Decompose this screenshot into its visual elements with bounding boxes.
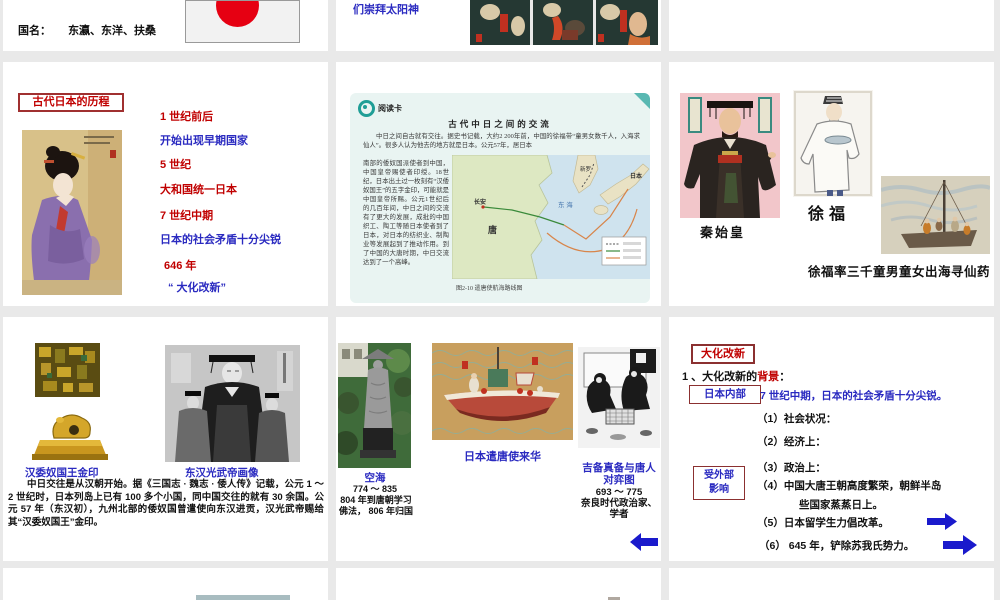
nav-arrow-right-icon-2[interactable] (943, 535, 977, 555)
japan-flag-icon (185, 0, 300, 43)
external-factor-box: 受外部 影响 (693, 466, 745, 500)
seal-face-image (35, 343, 100, 397)
reform-heading-highlight: 背景 (757, 371, 780, 383)
kibi-role-line2: 学者 (609, 509, 629, 520)
reform-title-box: 大化改新 (691, 344, 755, 364)
xufu-caption: 徐福率三千童男童女出海寻仙药 (808, 265, 991, 279)
reading-card-panel: 阅读卡 古代中日之间的交流 中日之间自古就有交往。据史书记载，大约2 200年前… (350, 93, 650, 303)
card-corner-accent (634, 93, 650, 109)
slide-thumbnail-partial-bottom-3[interactable] (669, 568, 994, 600)
timeline-item-1: 1 世纪前后 (160, 111, 214, 123)
reading-card-tag: 阅读卡 (378, 104, 402, 113)
reform-item-5: （5）日本留学生力倡改革。 (757, 517, 889, 529)
timeline-item-2: 开始出现早期国家 (160, 135, 248, 147)
gold-seal-image (30, 402, 110, 462)
external-factor-line2: 影响 (709, 484, 729, 495)
slide-thumbnail-blank-top[interactable] (669, 0, 994, 51)
qin-shihuang-portrait-image (680, 93, 780, 218)
reform-heading-suffix: ： (779, 371, 791, 383)
reading-card-title: 古代中日之间的交流 (448, 119, 552, 129)
tang-envoy-route-map: 长安 唐 东 海 新罗 日本 (452, 155, 650, 279)
reform-item-4b: 些国家蒸蒸日上。 (799, 499, 883, 511)
reform-blue-line: 7 世纪中期，日本的社会矛盾十分尖锐。 (760, 390, 948, 402)
sun-worship-caption: 们崇拜太阳神 (353, 4, 419, 16)
slide-thumbnail-japan-history[interactable]: 古代日本的历程 1 世纪前后 开始出现早期国家 5 世纪 大和国统一日本 7 世… (3, 62, 328, 306)
country-name-value: 东瀛、东洋、扶桑 (68, 25, 157, 37)
envoy-ship-label: 日本遣唐使来华 (464, 451, 541, 463)
emperor-guangwu-portrait-image (165, 345, 300, 462)
map-label-riben: 日本 (630, 172, 643, 180)
map-label-tang: 唐 (488, 224, 497, 235)
internal-factor-box: 日本内部 (689, 385, 761, 404)
slide-thumbnail-country-name[interactable]: 国名： 东瀛、东洋、扶桑 (3, 0, 328, 51)
reform-item-2: （2）经济上： (757, 436, 826, 448)
qin-shihuang-label: 秦始皇 (700, 225, 746, 240)
slide-thumbnail-gold-seal[interactable]: 汉委奴国王金印 东汉光武帝画像 中日交往是从汉朝开始。据《三国志 · 魏志 · … (3, 317, 328, 561)
card-paragraph-left: 南部的倭奴国派使者到中国，中国皇帝赐使者印绶。18世纪，日本出土过一枚刻有“汉倭… (363, 160, 449, 266)
reform-item-3: （3）政治上： (757, 462, 826, 474)
slide-thumbnail-taika-reform[interactable]: 大化改新 1 、大化改新的背景： 日本内部 7 世纪中期，日本的社会矛盾十分尖锐… (669, 317, 994, 561)
map-label-donghai: 东 海 (558, 200, 573, 209)
slide-thumbnail-reading-card[interactable]: 阅读卡 古代中日之间的交流 中日之间自古就有交往。据史书记载，大约2 200年前… (336, 62, 661, 306)
envoy-ship-painting-image (432, 343, 573, 440)
kukai-statue-image (338, 343, 411, 468)
geisha-painting-image (22, 130, 122, 295)
slide-thumbnail-xufu-legend[interactable]: 秦始皇 徐福 徐福率三千童男童女出海寻仙药 (669, 62, 994, 306)
slide-thumbnail-partial-bottom-1[interactable] (3, 568, 328, 600)
reform-item-6: （6） 645 年，铲除苏我氏势力。 (759, 540, 915, 552)
slide-thumbnail-sun-worship[interactable]: 们崇拜太阳神 (336, 0, 661, 51)
timeline-item-3: 5 世纪 (160, 159, 192, 171)
flag-sun-circle (216, 1, 259, 27)
card-paragraph-top: 中日之间自古就有交往。据史书记载，大约2 200年前，中国的徐福带“童男女数千人… (363, 133, 640, 149)
partial-image-strip (196, 595, 290, 600)
ukiyoe-triptych-image (470, 0, 658, 45)
nav-arrow-right-icon-1[interactable] (927, 513, 957, 530)
xufu-label: 徐福 (808, 206, 851, 223)
map-caption: 图2-10 遣唐使航海路线图 (456, 286, 523, 292)
emperor-guangwu-label: 东汉光武帝画像 (185, 467, 259, 479)
xufu-voyage-image (881, 176, 990, 254)
slide-thumbnail-tang-envoys[interactable]: 空海 774 ～ 835 804 年到唐朝学习 佛法， 806 年归国 日本遣唐… (336, 317, 661, 561)
han-exchange-paragraph: 中日交往是从汉朝开始。据《三国志 · 魏志 · 倭人传》记载，公元 1 ～ 2 … (8, 479, 324, 528)
timeline-item-7: 646 年 (164, 260, 197, 272)
reform-heading-prefix: 1 、大化改新的 (682, 371, 758, 383)
map-label-changan: 长安 (474, 198, 486, 206)
map-label-xinluo: 新罗 (580, 165, 591, 173)
reform-item-4: （4）中国大唐王朝高度繁荣，朝鲜半岛 (757, 480, 942, 492)
kukai-line3: 佛法， 806 年归国 (338, 506, 414, 516)
external-factor-line1: 受外部 (704, 470, 734, 481)
country-name-label: 国名： (18, 25, 51, 37)
timeline-item-4: 大和国统一日本 (160, 184, 237, 196)
timeline-item-6: 日本的社会矛盾十分尖锐 (160, 234, 281, 246)
gold-seal-label: 汉委奴国王金印 (25, 467, 99, 479)
reading-card-icon (358, 100, 375, 117)
slide-thumbnail-partial-bottom-2[interactable] (336, 568, 661, 600)
reform-heading: 1 、大化改新的背景： (682, 368, 790, 384)
slide-sorter-grid: 国名： 东瀛、东洋、扶桑 们崇拜太阳神 古代日本的历程 1 世纪前后 开始出现早… (0, 0, 1000, 600)
timeline-item-8: “ 大化改新” (168, 282, 227, 294)
reform-item-1: （1）社会状况： (757, 413, 837, 425)
timeline-item-5: 7 世纪中期 (160, 210, 214, 222)
nav-arrow-left-icon[interactable] (630, 533, 658, 551)
xufu-portrait-image (793, 90, 873, 197)
go-game-illustration-image (578, 347, 660, 448)
history-title-box: 古代日本的历程 (18, 93, 124, 112)
reading-card-icon-dot (363, 105, 367, 109)
country-name-line: 国名： 东瀛、东洋、扶桑 (18, 22, 156, 38)
